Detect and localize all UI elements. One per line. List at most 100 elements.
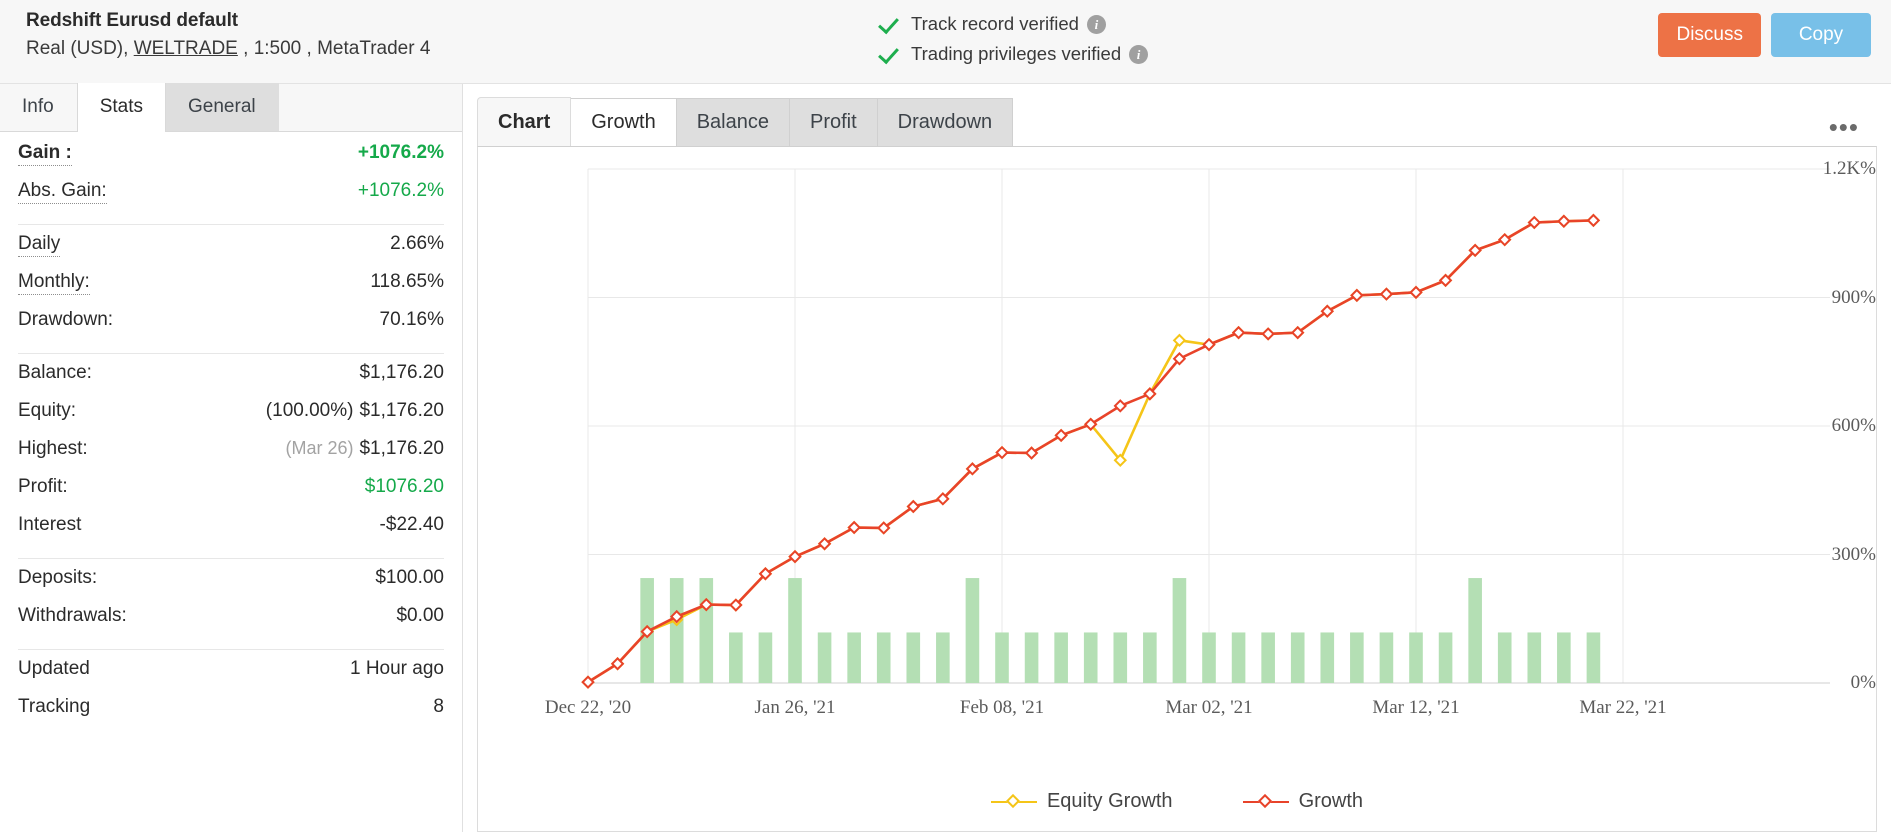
chart-x-tick-label: Jan 26, '21 bbox=[754, 697, 836, 718]
stat-label: Highest: bbox=[18, 438, 88, 459]
info-icon[interactable]: i bbox=[1086, 14, 1106, 34]
chart-bar bbox=[669, 578, 684, 683]
tab-balance[interactable]: Balance bbox=[676, 98, 790, 147]
chart-bar bbox=[1290, 632, 1305, 683]
account-title: Redshift Eurusd default bbox=[26, 10, 238, 31]
legend-marker-icon bbox=[990, 793, 1037, 809]
chart-section-label: Chart bbox=[477, 97, 572, 147]
chart-bar bbox=[906, 632, 921, 683]
stat-row: Updated 1 Hour ago bbox=[18, 658, 444, 696]
stat-row: Daily 2.66% bbox=[18, 233, 444, 271]
verification-label: Track record verified bbox=[911, 13, 1079, 34]
chart-bar bbox=[1054, 632, 1068, 683]
chart-bar bbox=[1172, 578, 1187, 683]
tab-stats[interactable]: Stats bbox=[76, 83, 167, 132]
stats-divider bbox=[18, 224, 444, 225]
stat-value: $0.00 bbox=[396, 605, 444, 626]
check-icon bbox=[880, 13, 902, 35]
stat-value: 8 bbox=[433, 696, 444, 717]
stat-label[interactable]: Abs. Gain: bbox=[18, 180, 107, 204]
growth-marker bbox=[1409, 285, 1423, 300]
chart-bar bbox=[1409, 632, 1423, 683]
chart-bar bbox=[1350, 632, 1364, 683]
stat-value-wrap: +1076.2% bbox=[358, 142, 444, 164]
stat-value: 2.66% bbox=[390, 233, 444, 254]
stat-value-wrap: 118.65% bbox=[370, 271, 444, 293]
stat-row: Highest: (Mar 26) $1,176.20 bbox=[18, 438, 444, 476]
chart-bar bbox=[1261, 632, 1275, 683]
chart-y-tick-label: 1.2K% bbox=[1822, 158, 1876, 179]
copy-button[interactable]: Copy bbox=[1771, 13, 1871, 57]
stats-divider bbox=[18, 649, 444, 650]
stat-row: Interest -$22.40 bbox=[18, 514, 444, 552]
chart-bar bbox=[699, 578, 714, 683]
stat-label[interactable]: Daily bbox=[18, 233, 61, 257]
stat-value: 1 Hour ago bbox=[349, 658, 444, 679]
growth-marker bbox=[995, 445, 1009, 460]
stat-label[interactable]: Monthly: bbox=[18, 271, 90, 295]
tab-growth[interactable]: Growth bbox=[571, 98, 677, 147]
stat-value-wrap: (100.00%) $1,176.20 bbox=[266, 400, 444, 422]
stat-value: $100.00 bbox=[375, 567, 444, 588]
legend-item[interactable]: Equity Growth bbox=[990, 790, 1173, 813]
stat-value-wrap: -$22.40 bbox=[380, 514, 444, 536]
chart-y-tick-label: 300% bbox=[1831, 543, 1876, 565]
broker-link[interactable]: WELTRADE bbox=[134, 38, 238, 59]
chart-plot-area: 1.2K% 900% 600% 300% 0% Dec 22, '20 Jan 26, '2… bbox=[478, 147, 1876, 831]
stat-label[interactable]: Gain : bbox=[18, 142, 72, 166]
chart-y-tick-label: 0% bbox=[1850, 672, 1876, 693]
chart-bar bbox=[758, 632, 773, 683]
growth-marker bbox=[817, 537, 832, 551]
stat-label: Equity: bbox=[18, 400, 77, 421]
chart-bar bbox=[1143, 632, 1157, 683]
growth-marker bbox=[788, 549, 802, 564]
chart-bar bbox=[1438, 632, 1453, 683]
chart-x-tick-label: Mar 12, '21 bbox=[1372, 697, 1460, 718]
info-icon[interactable]: i bbox=[1129, 44, 1149, 64]
chart-bar bbox=[1557, 632, 1571, 683]
stat-value-prefix: (100.00%) bbox=[265, 400, 354, 421]
more-options-icon[interactable]: ••• bbox=[1829, 114, 1859, 140]
stat-label: Tracking bbox=[18, 696, 91, 717]
stat-row: Drawdown: 70.16% bbox=[18, 309, 444, 347]
stats-sidebar: Info Stats General Gain : +1076.2% Abs. Ga… bbox=[0, 83, 463, 832]
check-icon bbox=[880, 43, 902, 65]
legend-label: Growth bbox=[1298, 790, 1364, 812]
stat-value-wrap: $0.00 bbox=[396, 605, 444, 627]
chart-bar bbox=[729, 632, 743, 683]
stat-row: Withdrawals: $0.00 bbox=[18, 605, 444, 643]
growth-marker bbox=[1231, 325, 1246, 340]
tab-profit[interactable]: Profit bbox=[789, 98, 878, 147]
chart-bar bbox=[1320, 632, 1335, 683]
tab-info[interactable]: Info bbox=[0, 83, 77, 131]
tab-general[interactable]: General bbox=[166, 83, 279, 131]
stats-list: Gain : +1076.2% Abs. Gain: +1076.2% Daily 2.6… bbox=[0, 132, 462, 734]
page-body: Info Stats General Gain : +1076.2% Abs. Ga… bbox=[0, 83, 1891, 832]
growth-marker bbox=[1350, 288, 1364, 303]
stat-label: Profit: bbox=[18, 476, 68, 497]
stat-label: Updated bbox=[18, 658, 90, 679]
tab-drawdown[interactable]: Drawdown bbox=[877, 98, 1014, 147]
growth-marker bbox=[1586, 213, 1601, 228]
stat-value: +1076.2% bbox=[357, 180, 444, 201]
stats-divider bbox=[18, 558, 444, 559]
stat-value: $1,176.20 bbox=[359, 362, 444, 383]
stat-label: Deposits: bbox=[18, 567, 98, 588]
chart-bar bbox=[1468, 578, 1482, 683]
chart-bar bbox=[1231, 632, 1246, 683]
growth-marker bbox=[1557, 214, 1571, 228]
verification-badges: Track record verified i Trading privileg… bbox=[880, 9, 1149, 69]
stat-value: $1,176.20 bbox=[359, 400, 444, 421]
discuss-button[interactable]: Discuss bbox=[1658, 13, 1761, 57]
chart-bar bbox=[995, 632, 1009, 683]
stat-row: Gain : +1076.2% bbox=[18, 142, 444, 180]
stat-value-wrap: 70.16% bbox=[380, 309, 444, 331]
stat-row: Profit: $1076.20 bbox=[18, 476, 444, 514]
stats-spacer bbox=[18, 132, 444, 142]
stat-row: Monthly: 118.65% bbox=[18, 271, 444, 309]
chart-bar bbox=[1527, 632, 1542, 683]
equity-growth-marker bbox=[1172, 333, 1187, 348]
legend-item[interactable]: Growth bbox=[1242, 790, 1364, 813]
chart-bar bbox=[1497, 632, 1512, 683]
chart-bar bbox=[1379, 632, 1394, 683]
